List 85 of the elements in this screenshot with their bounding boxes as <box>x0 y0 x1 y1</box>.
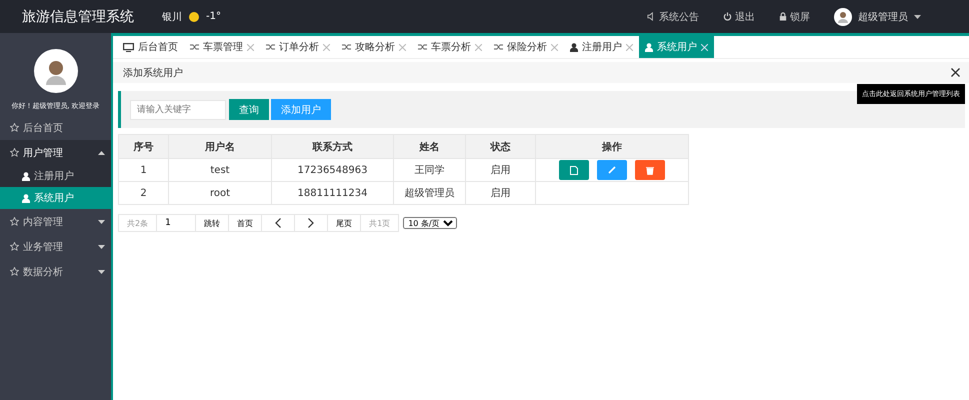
app-title: 旅游信息管理系统 <box>22 8 135 26</box>
tab[interactable]: 注册用户 <box>564 36 639 58</box>
page-title: 添加系统用户 <box>123 66 183 80</box>
sidebar-subitem[interactable]: 注册用户 <box>0 165 111 187</box>
page-size-select[interactable]: 10 条/页 <box>403 217 458 229</box>
column-header: 状态 <box>466 134 536 158</box>
chevron-right-icon <box>308 218 314 228</box>
sidebar-item[interactable]: 用户管理 <box>0 140 111 165</box>
shuffle-icon <box>494 43 503 51</box>
search-button[interactable]: 查询 <box>229 99 269 120</box>
user-icon <box>645 42 653 52</box>
tab[interactable]: 订单分析 <box>260 36 336 58</box>
tab[interactable]: 车票管理 <box>184 36 260 58</box>
shuffle-icon <box>190 43 199 51</box>
user-avatar[interactable] <box>834 8 852 26</box>
page-input[interactable]: 1 <box>156 214 196 232</box>
tab[interactable]: 车票分析 <box>412 36 488 58</box>
table-cell: 超级管理员 <box>394 182 466 204</box>
city-label: 银川 <box>162 10 182 24</box>
sun-icon <box>189 12 199 22</box>
last-page-button[interactable]: 尾页 <box>327 214 362 232</box>
star-icon <box>10 123 19 132</box>
table-cell: 王同学 <box>394 158 466 182</box>
table-cell: root <box>168 182 272 204</box>
shuffle-icon <box>266 43 275 51</box>
tab[interactable]: 后台首页 <box>117 36 184 58</box>
header-link[interactable]: 锁屏 <box>779 10 810 24</box>
table-cell: 启用 <box>466 182 536 204</box>
page-count: 共1页 <box>360 214 400 232</box>
user-icon <box>22 194 30 202</box>
user-icon <box>22 172 30 180</box>
header-link[interactable]: 退出 <box>723 10 755 24</box>
jump-button[interactable]: 跳转 <box>195 214 230 232</box>
sidebar-item[interactable]: 数据分析 <box>0 259 111 284</box>
temperature-label: -1° <box>206 11 221 22</box>
monitor-icon <box>123 42 134 52</box>
table-cell: test <box>168 158 272 182</box>
star-icon <box>10 148 19 157</box>
table-cell: 17236548963 <box>272 158 394 182</box>
lock-icon <box>779 12 787 21</box>
sidebar-subitem[interactable]: 系统用户 <box>0 187 111 209</box>
caret-icon <box>98 220 105 224</box>
star-icon <box>10 217 19 226</box>
avatar <box>34 49 78 93</box>
sidebar-item[interactable]: 业务管理 <box>0 234 111 259</box>
column-header: 姓名 <box>394 134 466 158</box>
pencil-icon <box>608 166 616 174</box>
chevron-left-icon <box>275 218 282 228</box>
user-name[interactable]: 超级管理员 <box>858 10 908 24</box>
tab[interactable]: 系统用户 <box>639 36 714 58</box>
tab[interactable]: 保险分析 <box>488 36 564 58</box>
trash-icon <box>646 166 654 174</box>
close-icon[interactable] <box>951 68 960 77</box>
star-icon <box>10 267 19 276</box>
previous-page-button[interactable] <box>261 214 296 232</box>
table-cell: 1 <box>118 158 168 182</box>
power-icon <box>723 12 732 21</box>
header-link[interactable]: 系统公告 <box>647 10 699 24</box>
column-header: 用户名 <box>168 134 272 158</box>
caret-icon <box>98 270 105 274</box>
document-icon <box>570 166 578 174</box>
column-header: 操作 <box>536 134 688 158</box>
edit-button[interactable] <box>597 160 627 180</box>
table-cell: 18811111234 <box>272 182 394 204</box>
view-button[interactable] <box>559 160 589 180</box>
table-cell: 2 <box>118 182 168 204</box>
speaker-icon <box>647 12 656 21</box>
user-icon <box>570 42 578 52</box>
total-count: 共2条 <box>118 214 158 232</box>
caret-icon[interactable] <box>914 14 921 18</box>
tab[interactable]: 攻略分析 <box>336 36 412 58</box>
sidebar-item[interactable]: 后台首页 <box>0 115 111 140</box>
caret-icon <box>98 150 105 154</box>
column-header: 联系方式 <box>272 134 394 158</box>
column-header: 序号 <box>118 134 168 158</box>
sidebar-item[interactable]: 内容管理 <box>0 209 111 234</box>
shuffle-icon <box>418 43 427 51</box>
star-icon <box>10 242 19 251</box>
delete-button[interactable] <box>635 160 665 180</box>
caret-icon <box>98 244 105 248</box>
search-field[interactable]: 请输入关键字 <box>130 100 226 120</box>
table-cell: 启用 <box>466 158 536 182</box>
first-page-button[interactable]: 首页 <box>228 214 262 232</box>
next-page-button[interactable] <box>294 214 328 232</box>
shuffle-icon <box>342 43 351 51</box>
